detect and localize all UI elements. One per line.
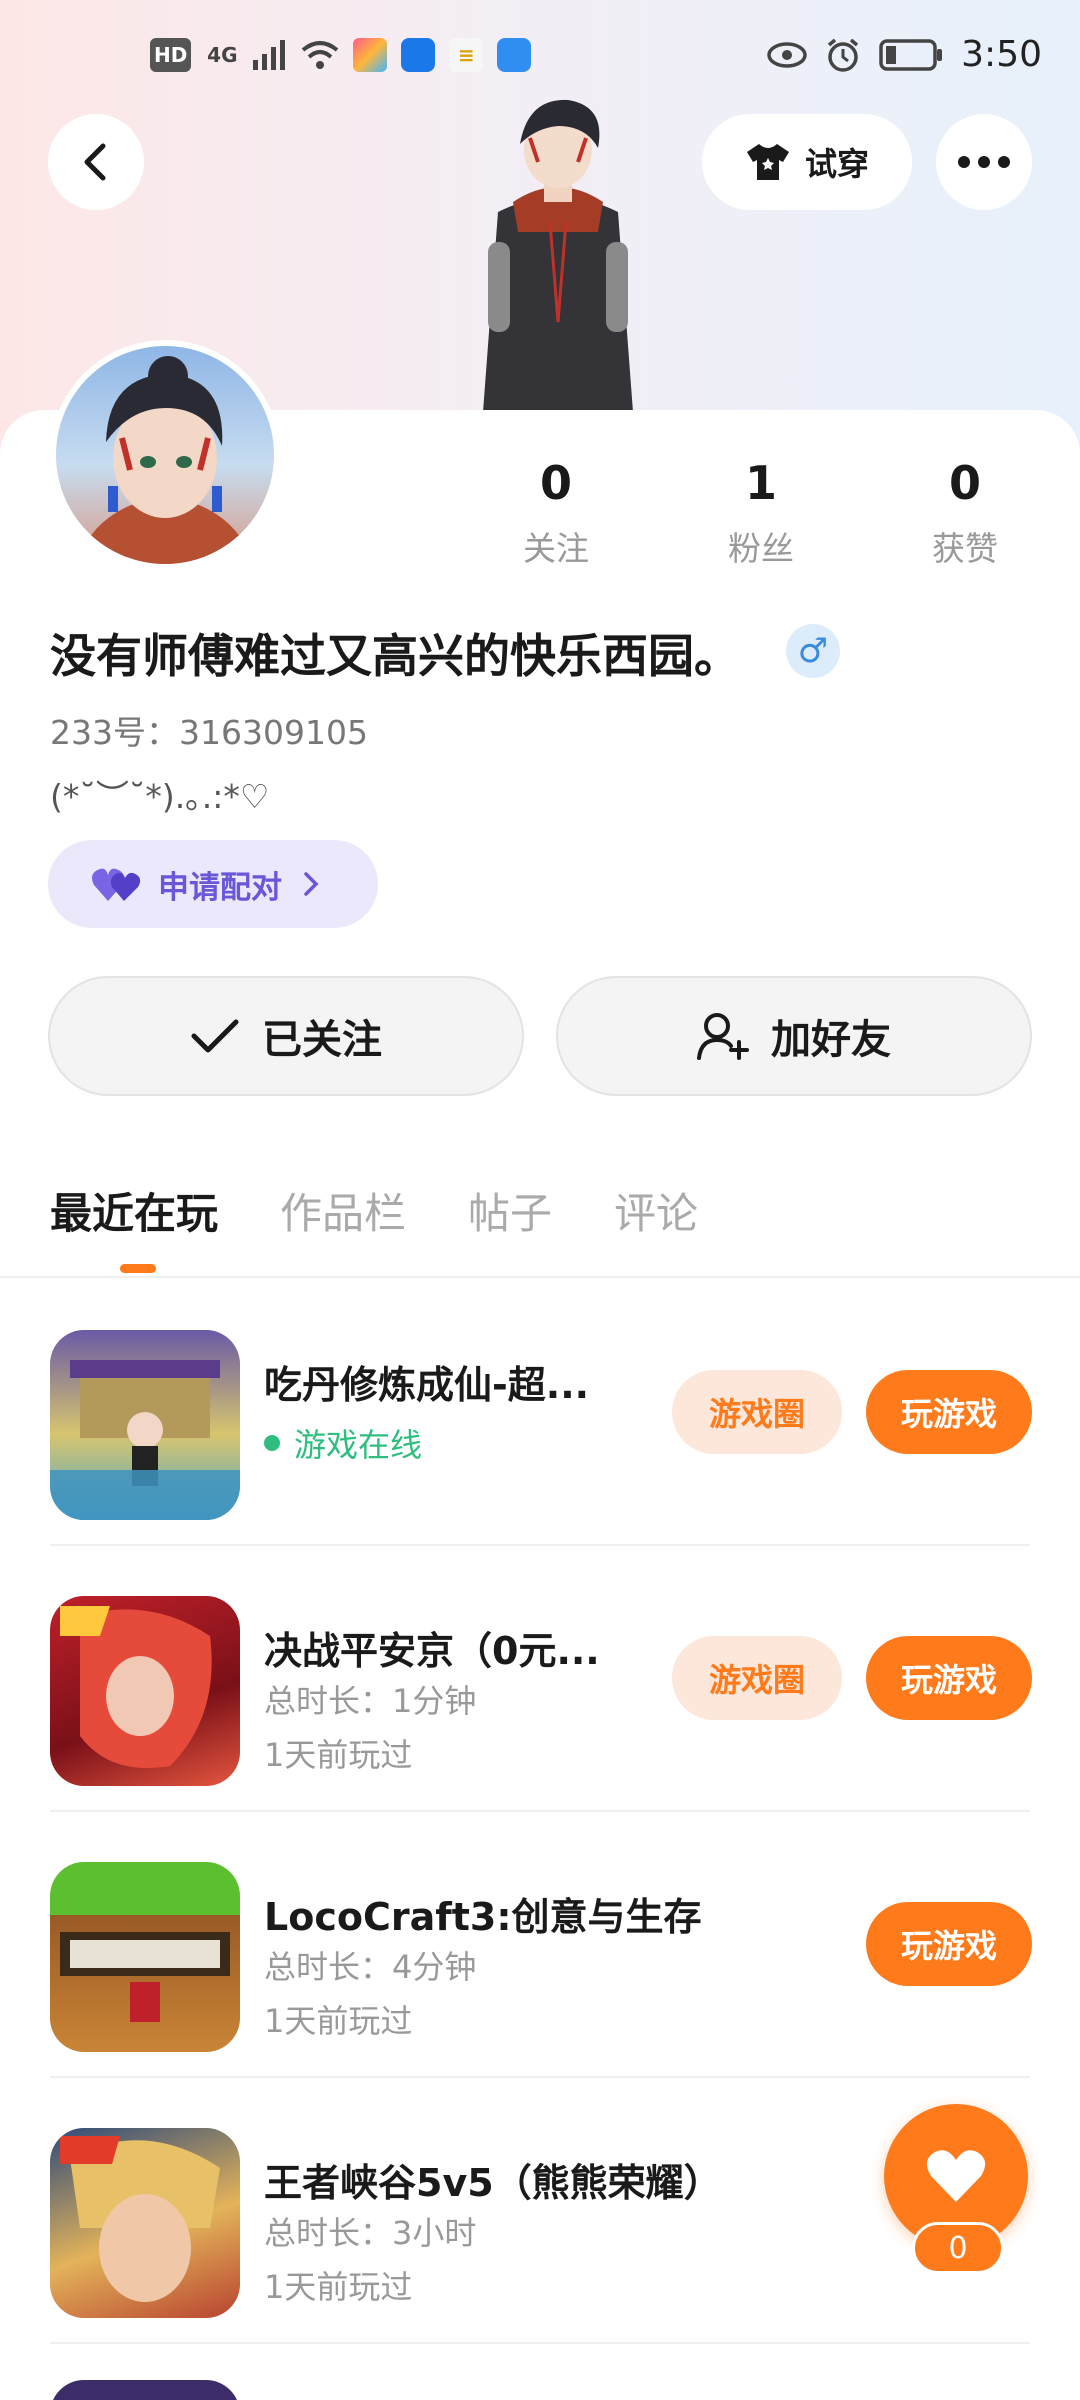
game-playtime: 总时长：1分钟	[264, 1682, 477, 1720]
app-notification-icon	[353, 38, 388, 72]
hd-indicator: HD	[150, 38, 192, 72]
double-heart-icon	[92, 868, 141, 901]
game-list-item[interactable]: LocoCraft3:创意与生存 总时长：4分钟 1天前玩过 玩游戏	[50, 1812, 1032, 2078]
followers-count: 1	[744, 456, 777, 510]
likes-label: 获赞	[932, 529, 998, 568]
chevron-right-icon	[304, 872, 319, 896]
more-options-button[interactable]	[936, 114, 1032, 210]
battery-icon	[879, 38, 943, 71]
game-circle-button[interactable]: 游戏圈	[672, 1636, 842, 1720]
try-on-button[interactable]: 试穿	[702, 114, 912, 210]
game-title: 决战平安京（0元...	[264, 1629, 600, 1673]
cloud-app-icon	[497, 38, 532, 72]
bio: (*˘︶˘*).｡.:*♡	[50, 777, 270, 816]
game-title: 王者峡谷5v5（熊熊荣耀）	[264, 2161, 722, 2205]
followed-button[interactable]: 已关注	[48, 976, 524, 1096]
add-friend-label: 加好友	[771, 1017, 891, 1063]
game-last-played: 1天前玩过	[264, 1736, 413, 1774]
game-thumbnail-art	[60, 1932, 230, 2022]
game-thumbnail	[50, 1596, 240, 1786]
game-circle-button[interactable]: 游戏圈	[672, 1370, 842, 1454]
alarm-icon	[828, 38, 859, 72]
status-bar-right: 3:50	[767, 34, 1042, 75]
play-game-button[interactable]: 玩游戏	[866, 1370, 1032, 1454]
network-type-indicator: 4G	[207, 43, 238, 67]
tab-comments[interactable]: 评论	[614, 1180, 698, 1241]
game-thumbnail-art	[60, 2136, 220, 2302]
profile-tabs: 最近在玩 作品栏 帖子 评论	[50, 1180, 698, 1241]
nickname: 没有师傅难过又高兴的快乐西园。	[50, 629, 740, 683]
tshirt-icon	[746, 144, 789, 180]
male-gender-icon: ♂	[786, 624, 840, 678]
game-thumbnail-art	[50, 1360, 240, 1520]
game-thumbnail-art	[60, 1606, 212, 1768]
heart-icon	[926, 2150, 986, 2202]
game-playtime: 总时长：3小时	[264, 2214, 477, 2252]
game-thumbnail	[50, 1862, 240, 2052]
likes-count: 0	[948, 456, 981, 510]
following-label: 关注	[523, 529, 589, 568]
next-game-thumbnail-peek	[50, 2380, 240, 2400]
wifi-icon	[302, 41, 339, 69]
following-count: 0	[539, 456, 572, 510]
bulb-app-icon	[401, 38, 436, 72]
game-title: 吃丹修炼成仙-超...	[264, 1363, 590, 1407]
add-friend-button[interactable]: 加好友	[556, 976, 1032, 1096]
chevron-left-icon	[84, 143, 106, 181]
like-count-badge: 0	[912, 2222, 1004, 2274]
signal-icon	[253, 40, 286, 70]
try-on-label: 试穿	[804, 145, 869, 183]
add-friend-icon	[697, 1013, 749, 1060]
active-tab-indicator	[120, 1264, 156, 1273]
followed-label: 已关注	[262, 1017, 382, 1063]
online-dot-icon	[264, 1435, 280, 1451]
more-dots-icon	[958, 156, 1010, 168]
stat-followers[interactable]: 1 粉丝	[681, 456, 841, 570]
play-game-button[interactable]: 玩游戏	[866, 1902, 1032, 1986]
game-online-label: 游戏在线	[294, 1426, 423, 1464]
avatar-portrait	[76, 356, 254, 564]
game-title: LocoCraft3:创意与生存	[264, 1895, 702, 1939]
game-playtime: 总时长：4分钟	[264, 1948, 477, 1986]
game-last-played: 1天前玩过	[264, 2002, 413, 2040]
avatar[interactable]	[50, 340, 280, 570]
status-bar-left: HD 4G ≡	[150, 38, 532, 72]
clock-time: 3:50	[961, 34, 1042, 75]
back-button[interactable]	[48, 114, 144, 210]
tab-posts[interactable]: 帖子	[468, 1180, 552, 1241]
request-pair-label: 申请配对	[158, 869, 282, 906]
tab-recently-played[interactable]: 最近在玩	[50, 1180, 218, 1241]
request-pair-button[interactable]: 申请配对	[48, 840, 378, 928]
game-list-item[interactable]: 吃丹修炼成仙-超... 游戏在线 游戏圈 玩游戏	[50, 1280, 1032, 1546]
user-id: 233号：316309105	[50, 713, 368, 752]
play-game-button[interactable]: 玩游戏	[866, 1636, 1032, 1720]
game-list-item[interactable]: 决战平安京（0元... 总时长：1分钟 1天前玩过 游戏圈 玩游戏	[50, 1546, 1032, 1812]
game-list-item[interactable]: 王者峡谷5v5（熊熊荣耀） 总时长：3小时 1天前玩过	[50, 2078, 1030, 2344]
stat-likes[interactable]: 0 获赞	[885, 456, 1045, 570]
tab-divider	[0, 1276, 1080, 1278]
game-last-played: 1天前玩过	[264, 2268, 413, 2306]
app-notification-icon-2: ≡	[449, 38, 484, 72]
stat-following[interactable]: 0 关注	[476, 456, 636, 570]
game-online-status: 游戏在线	[264, 1420, 422, 1466]
game-thumbnail	[50, 1330, 240, 1520]
tab-works[interactable]: 作品栏	[280, 1180, 406, 1241]
followers-label: 粉丝	[728, 529, 794, 568]
eye-icon	[767, 41, 807, 68]
game-thumbnail	[50, 2128, 240, 2318]
checkmark-icon	[191, 1019, 239, 1053]
avatar-character-figure	[483, 99, 633, 412]
